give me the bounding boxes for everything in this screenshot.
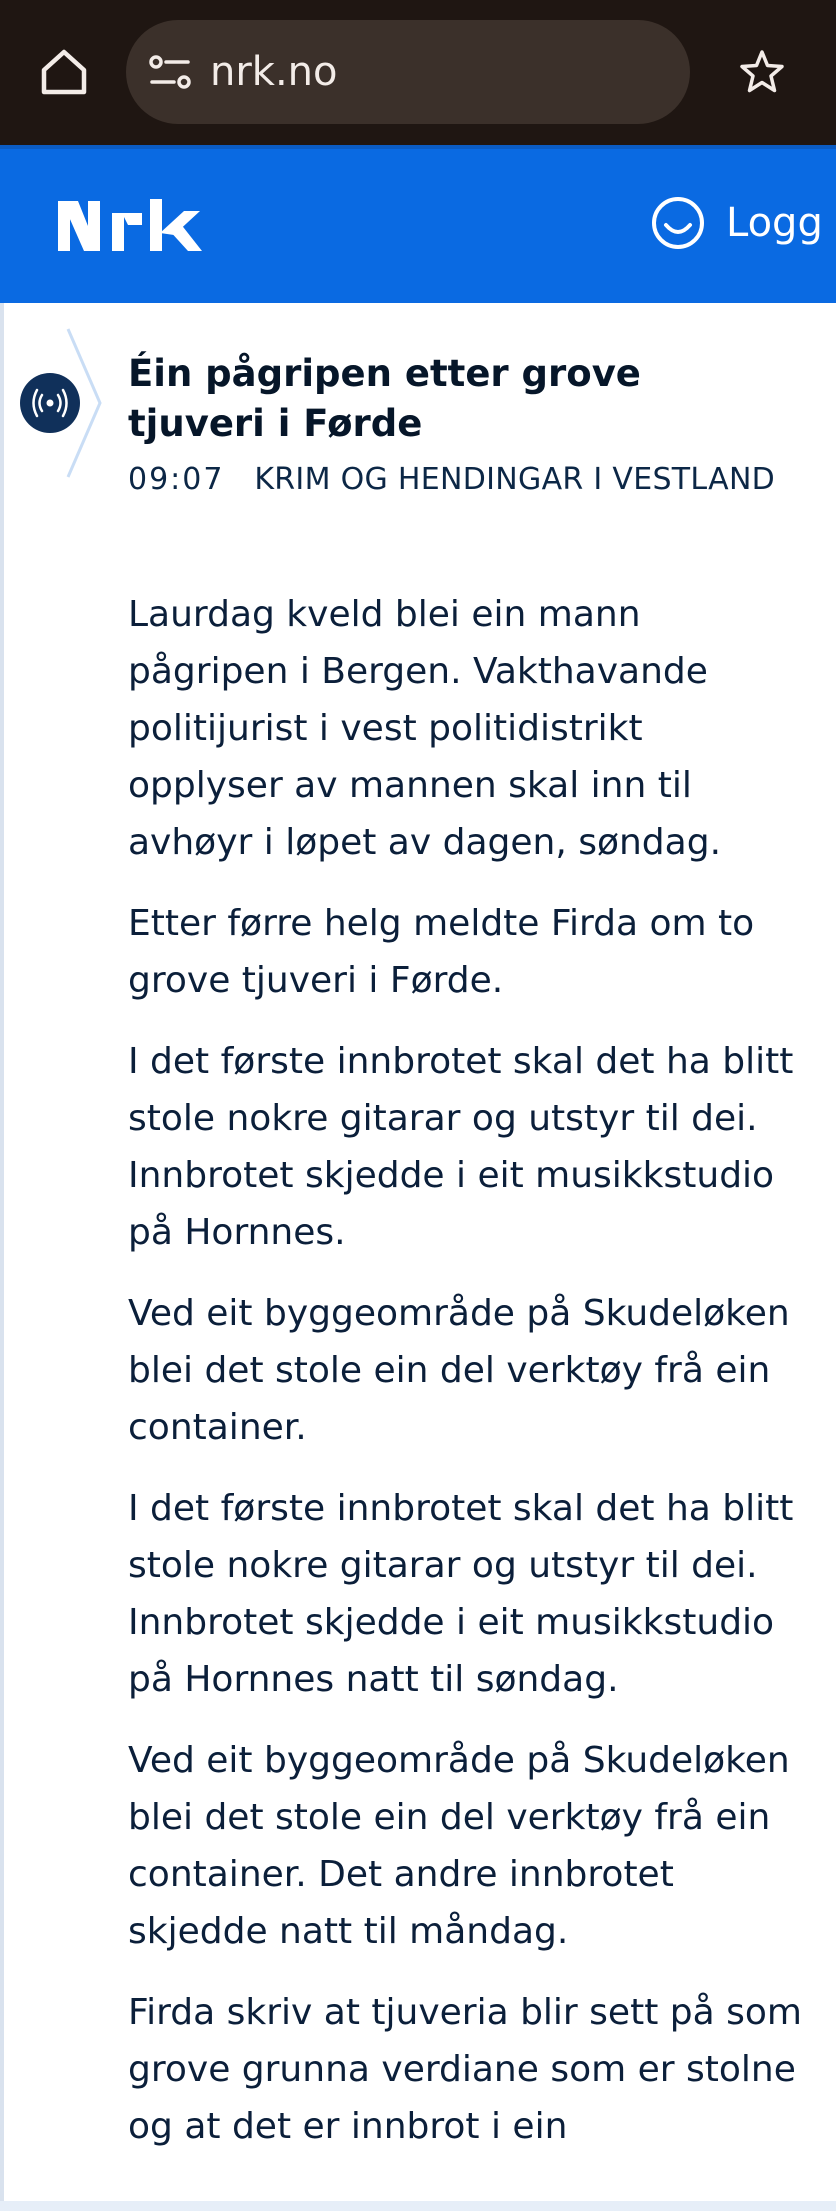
star-icon: [740, 50, 784, 93]
body-paragraph: Ved eit byggeområde på Skudeløken blei d…: [128, 1293, 790, 1448]
bookmark-button[interactable]: [726, 36, 798, 108]
bottom-edge: [0, 2201, 836, 2211]
entry-category[interactable]: KRIM OG HENDINGAR I VESTLAND: [254, 462, 775, 497]
entry-headline[interactable]: Éin pågripen etter grove tjuveri i Førde: [128, 349, 788, 449]
body-paragraph: Laurdag kveld blei ein mann pågripen i B…: [128, 594, 722, 863]
body-paragraph: Etter førre helg meldte Firda om to grov…: [128, 903, 755, 1001]
body-paragraph: I det første innbrotet skal det ha blitt…: [128, 1488, 794, 1700]
browser-toolbar: nrk.no: [0, 0, 836, 145]
body-paragraph: I det første innbrotet skal det ha blitt…: [128, 1041, 794, 1253]
live-broadcast-icon: [32, 388, 68, 418]
entry-time: 09:07: [128, 462, 225, 497]
entry-body: Laurdag kveld blei ein mann pågripen i B…: [128, 586, 808, 2179]
live-indicator: [20, 373, 80, 433]
login-button[interactable]: Logg på: [726, 189, 836, 257]
address-bar[interactable]: nrk.no: [126, 20, 690, 124]
home-icon: [41, 49, 87, 95]
tune-icon[interactable]: [148, 50, 194, 94]
body-paragraph: Firda skriv at tjuveria blir sett på som…: [128, 1992, 802, 2147]
entry-meta: 09:07 KRIM OG HENDINGAR I VESTLAND: [128, 455, 775, 505]
url-text[interactable]: nrk.no: [210, 20, 338, 124]
body-paragraph: Ved eit byggeområde på Skudeløken blei d…: [128, 1740, 790, 1952]
home-button[interactable]: [28, 36, 100, 108]
site-header: Logg på: [0, 145, 836, 303]
timeline-line: [0, 303, 4, 2211]
user-circle-icon[interactable]: [650, 195, 706, 251]
nrk-logo[interactable]: [56, 197, 204, 253]
